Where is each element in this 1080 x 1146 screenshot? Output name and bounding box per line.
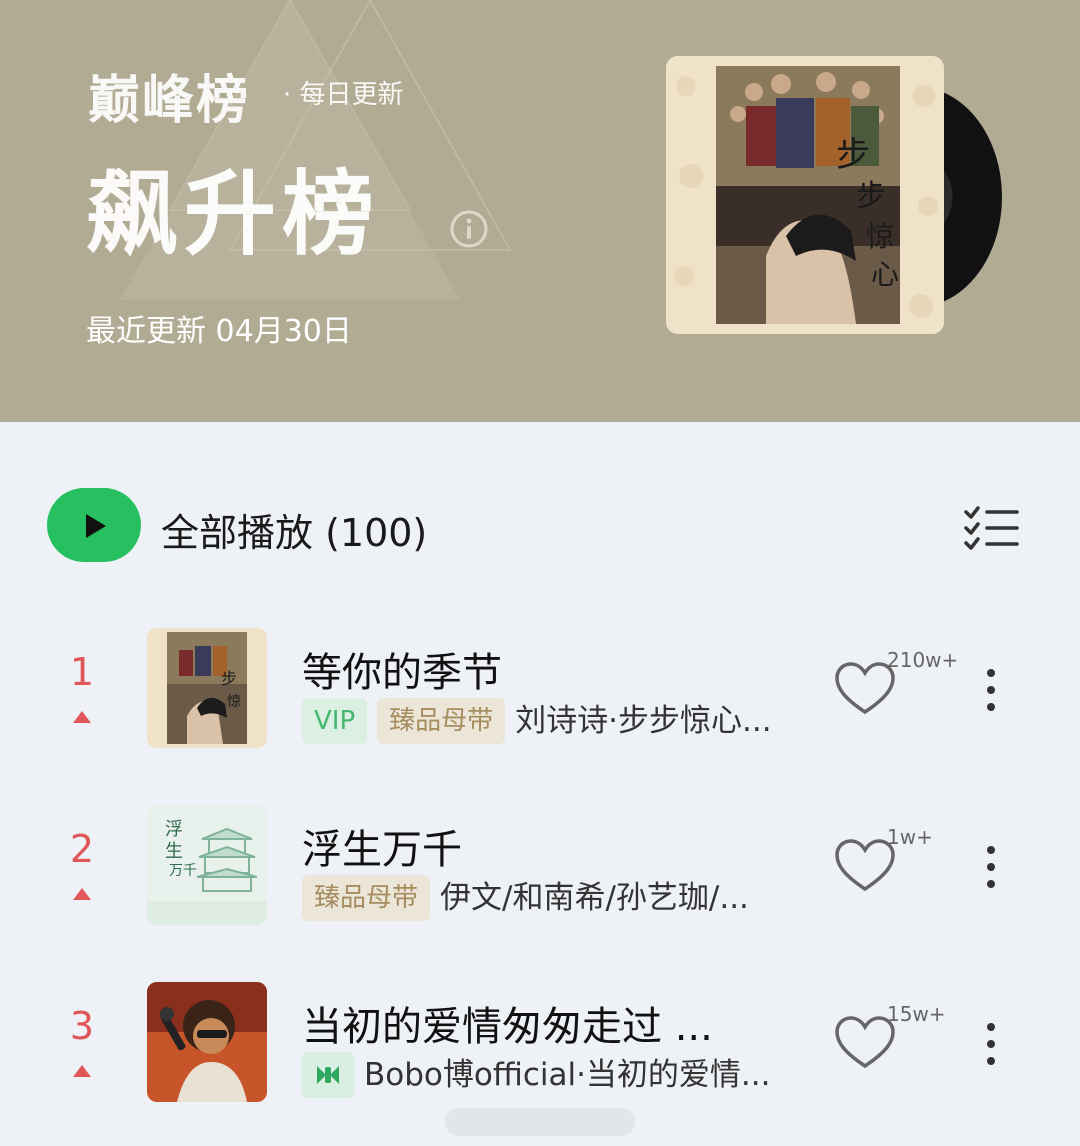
song-title[interactable]: 浮生万千 <box>302 817 462 875</box>
multi-select-list-icon[interactable] <box>962 506 1020 550</box>
svg-text:浮: 浮 <box>165 819 183 840</box>
rank-up-arrow-icon <box>73 711 91 723</box>
rank-number: 1 <box>69 650 95 694</box>
song-meta: 臻品母带 伊文/和南希/孙艺珈/... <box>302 875 749 921</box>
song-cover-image[interactable]: 步 惊 <box>147 628 267 748</box>
brand-title: 巅峰榜 <box>88 71 251 131</box>
rank-up-arrow-icon <box>73 1065 91 1077</box>
rank-up-arrow-icon <box>73 888 91 900</box>
bottom-scroll-indicator[interactable] <box>445 1108 635 1136</box>
svg-text:惊: 惊 <box>227 694 241 710</box>
song-row[interactable]: 1 步 惊 等你的季节 VIP 臻品母带 刘诗诗·步步惊心... 210w+ <box>0 628 1080 758</box>
chart-cover-image[interactable]: 步 步 惊 心 <box>666 56 944 334</box>
brand-subtitle: · 每日更新 <box>283 80 404 110</box>
info-icon[interactable] <box>449 209 489 249</box>
artist-album-text[interactable]: Bobo博official·当初的爱情... <box>364 1052 771 1098</box>
rank-number: 3 <box>69 1004 95 1048</box>
more-options-icon[interactable] <box>985 1022 997 1066</box>
master-quality-badge: 臻品母带 <box>377 698 506 744</box>
svg-text:惊: 惊 <box>866 220 894 253</box>
more-options-icon[interactable] <box>985 845 997 889</box>
like-count: 210w+ <box>887 648 959 672</box>
song-row[interactable]: 3 当初的爱情匆匆走过 ... Bobo博official·当初的爱情... 1… <box>0 982 1080 1112</box>
like-count: 1w+ <box>887 825 933 849</box>
svg-text:万千: 万千 <box>169 863 197 879</box>
rank-number: 2 <box>69 827 95 871</box>
like-count: 15w+ <box>887 1002 946 1026</box>
play-all-label[interactable]: 全部播放 (100) <box>161 502 427 557</box>
song-meta: Bobo博official·当初的爱情... <box>302 1052 771 1098</box>
song-cover-image[interactable]: 浮 生 万千 <box>147 805 267 925</box>
song-row[interactable]: 2 浮 生 万千 浮生万千 臻品母带 伊文/和南希/孙艺珈/... 1w+ <box>0 805 1080 935</box>
svg-text:生: 生 <box>165 841 183 862</box>
artist-album-text[interactable]: 刘诗诗·步步惊心... <box>515 698 771 744</box>
artist-album-text[interactable]: 伊文/和南希/孙艺珈/... <box>440 875 749 921</box>
svg-text:心: 心 <box>871 258 899 291</box>
play-all-row: 全部播放 (100) <box>0 488 1080 564</box>
svg-text:步: 步 <box>221 669 237 688</box>
master-quality-badge: 臻品母带 <box>302 875 431 921</box>
song-title[interactable]: 等你的季节 <box>302 640 502 698</box>
vip-badge: VIP <box>302 698 368 744</box>
last-updated-text: 最近更新 04月30日 <box>86 314 352 349</box>
song-title[interactable]: 当初的爱情匆匆走过 ... <box>302 994 713 1052</box>
mv-icon <box>317 1066 339 1084</box>
svg-text:步: 步 <box>856 179 886 214</box>
song-meta: VIP 臻品母带 刘诗诗·步步惊心... <box>302 698 772 744</box>
svg-text:步: 步 <box>836 135 870 175</box>
mv-badge[interactable] <box>302 1052 354 1098</box>
song-cover-image[interactable] <box>147 982 267 1102</box>
more-options-icon[interactable] <box>985 668 997 712</box>
play-all-button[interactable] <box>47 488 141 562</box>
play-icon <box>86 514 106 538</box>
page-title: 飙升榜 <box>86 161 381 268</box>
